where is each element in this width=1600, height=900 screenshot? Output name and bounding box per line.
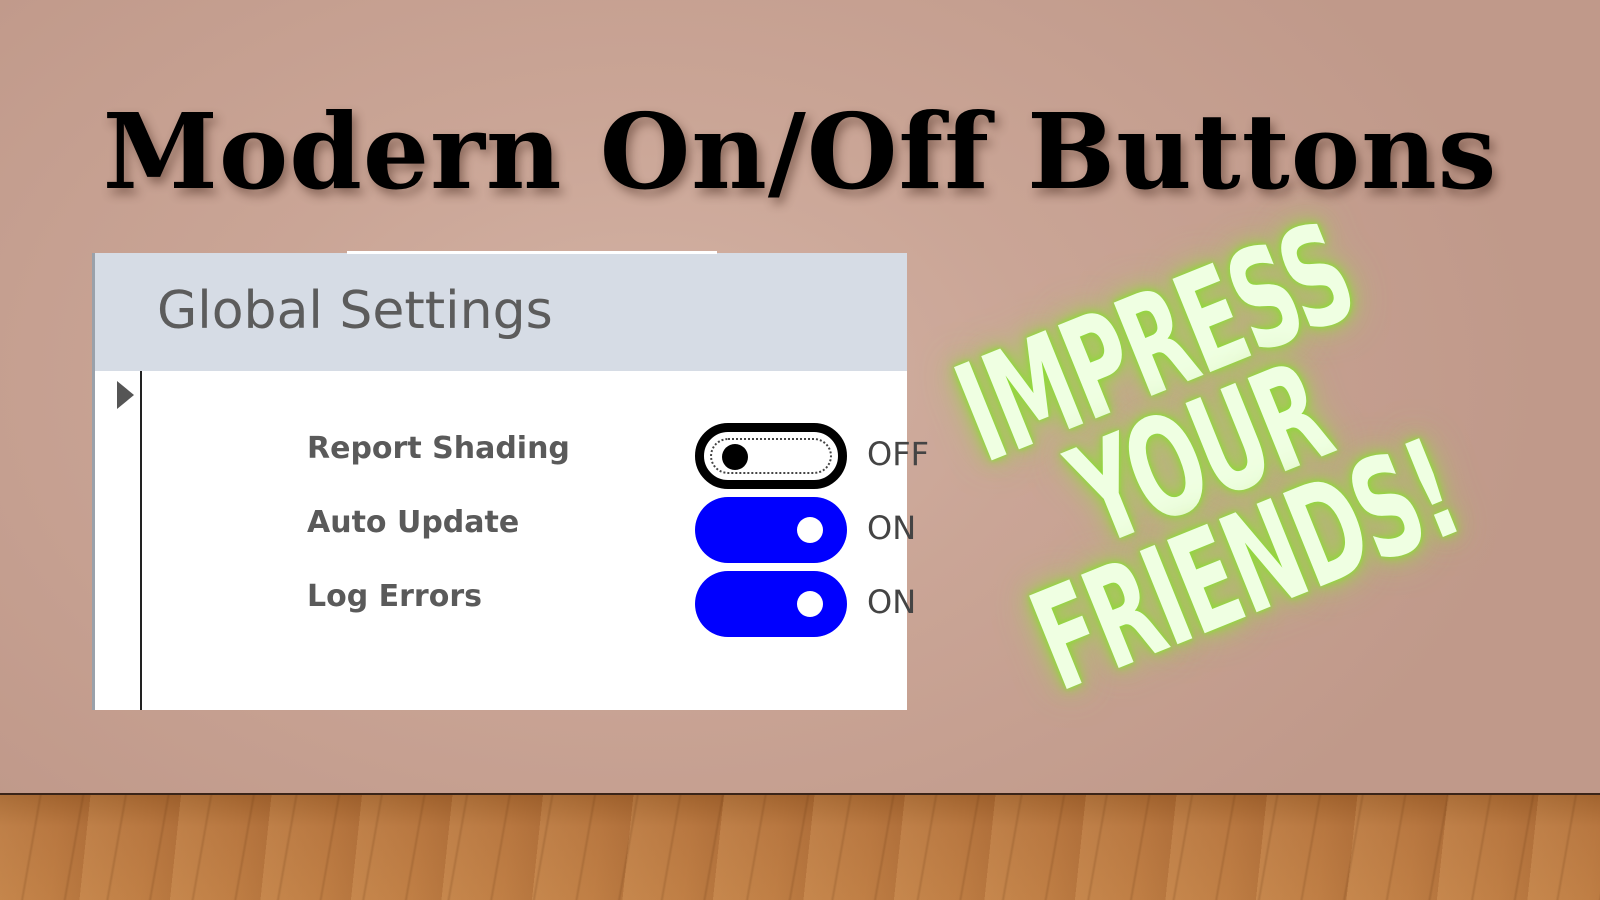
setting-label: Log Errors	[307, 579, 482, 614]
auto-update-toggle[interactable]	[695, 497, 847, 563]
header-top-highlight	[347, 251, 717, 254]
settings-form: Global Settings Report Shading OFF Auto …	[92, 251, 929, 710]
headline-title: Modern On/Off Buttons	[102, 90, 1498, 213]
setting-label: Auto Update	[307, 505, 520, 540]
record-selector[interactable]	[92, 371, 142, 710]
wood-floor	[0, 795, 1600, 900]
form-title: Global Settings	[157, 281, 553, 341]
toggle-state-text: ON	[867, 509, 917, 547]
record-pointer-icon	[117, 381, 134, 409]
form-header: Global Settings	[92, 251, 907, 371]
report-shading-toggle[interactable]	[695, 423, 847, 489]
setting-label: Report Shading	[307, 431, 570, 466]
toggle-knob	[722, 444, 748, 470]
toggle-state-text: ON	[867, 583, 917, 621]
toggle-knob	[797, 591, 823, 617]
toggle-knob	[797, 517, 823, 543]
log-errors-toggle[interactable]	[695, 571, 847, 637]
toggle-state-text: OFF	[867, 435, 929, 473]
